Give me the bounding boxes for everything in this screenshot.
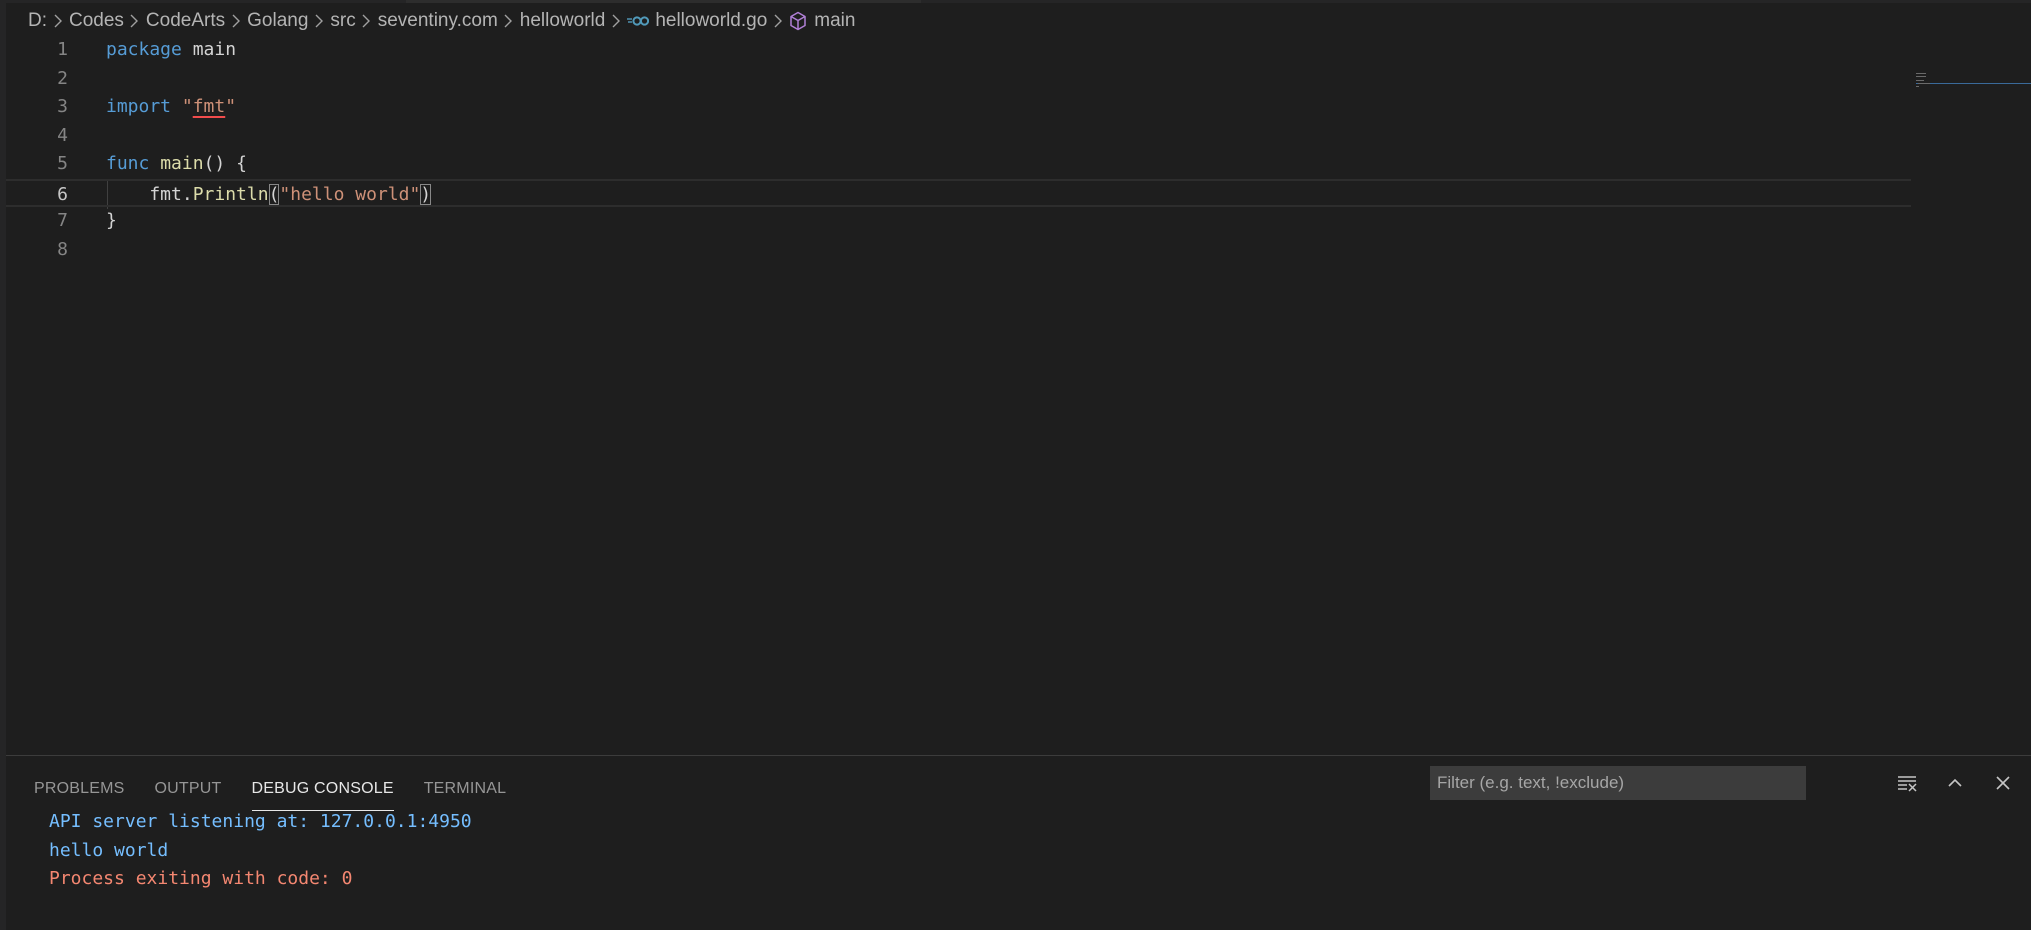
clear-console-icon[interactable]	[1894, 770, 1920, 796]
code-editor[interactable]: 1 package main 2 3 import "fmt" 4 5 func main()…	[6, 37, 2031, 754]
breadcrumb-item-helloworld[interactable]: helloworld	[520, 10, 606, 32]
minimap-line	[1918, 83, 1930, 84]
code-line[interactable]: 3 import "fmt"	[6, 93, 1911, 122]
code-line[interactable]: 5 func main() {	[6, 150, 1911, 179]
code-line[interactable]: 1 package main	[6, 36, 1911, 65]
breadcrumb-item-src[interactable]: src	[330, 10, 355, 32]
code-token: () {	[203, 153, 247, 174]
function-token: main	[160, 153, 204, 174]
symbol-method-icon	[789, 11, 807, 31]
error-squiggle-token: fmt	[192, 96, 226, 117]
tab-output[interactable]: OUTPUT	[155, 774, 222, 804]
line-number: 5	[57, 153, 68, 174]
maximize-panel-icon[interactable]	[1942, 770, 1968, 796]
code-line[interactable]: 6 fmt.Println("hello world")	[6, 178, 1911, 210]
matched-bracket: (	[268, 183, 280, 205]
line-number: 6	[57, 183, 68, 205]
keyword-token: import	[106, 96, 172, 117]
line-number: 4	[57, 124, 68, 146]
keyword-token: package	[106, 39, 182, 60]
minimap-line	[1916, 73, 1926, 74]
tab-terminal[interactable]: TERMINAL	[424, 774, 507, 804]
breadcrumb-item-codearts[interactable]: CodeArts	[146, 10, 225, 32]
code-text: package main	[106, 36, 236, 65]
console-line: API server listening at: 127.0.0.1:4950	[49, 811, 472, 832]
panel-tab-bar: PROBLEMS OUTPUT DEBUG CONSOLE TERMINAL	[34, 774, 507, 811]
code-line[interactable]: 2	[6, 65, 1911, 94]
chevron-right-icon	[47, 11, 69, 31]
code-token: main	[181, 39, 237, 60]
code-line[interactable]: 4	[6, 122, 1911, 151]
code-text: fmt.Println("hello world")	[106, 181, 432, 210]
minimap-line	[1916, 80, 1924, 81]
chevron-right-icon	[498, 11, 520, 31]
vscode-window: D: Codes CodeArts Golang src seventiny.c…	[0, 0, 2031, 930]
breadcrumb-item-seventiny[interactable]: seventiny.com	[378, 10, 498, 32]
string-token: "	[181, 96, 193, 117]
chevron-right-icon	[225, 11, 247, 31]
line-number: 8	[57, 238, 68, 260]
line-number: 7	[57, 210, 68, 231]
go-file-icon	[627, 15, 650, 27]
debug-console-output[interactable]: API server listening at: 127.0.0.1:4950 h…	[49, 808, 472, 894]
breadcrumb-item-drive[interactable]: D:	[28, 10, 47, 32]
code-line[interactable]: 7}	[6, 207, 1911, 236]
bottom-panel: PROBLEMS OUTPUT DEBUG CONSOLE TERMINAL API …	[6, 755, 2031, 930]
line-number: 1	[57, 39, 68, 60]
tab-strip	[6, 0, 2031, 3]
console-line: hello world	[49, 839, 169, 861]
code-line[interactable]: 8	[6, 236, 1911, 265]
chevron-right-icon	[308, 11, 330, 31]
chevron-right-icon	[605, 11, 627, 31]
code-text: import "fmt"	[106, 93, 236, 122]
keyword-token: func	[106, 153, 150, 174]
console-line: Process exiting with code: 0	[49, 868, 353, 889]
tab-debug-console[interactable]: DEBUG CONSOLE	[251, 774, 394, 811]
code-token: fmt.	[106, 183, 193, 205]
minimap-line	[1916, 76, 1926, 77]
breadcrumb-item-file[interactable]: helloworld.go	[655, 10, 767, 32]
chevron-right-icon	[767, 11, 789, 31]
string-token: "hello world"	[279, 183, 421, 205]
active-tab-indicator	[406, 0, 921, 3]
string-token: "	[225, 96, 237, 117]
line-number: 3	[57, 96, 68, 117]
minimap-line	[1916, 86, 1919, 87]
chevron-right-icon	[124, 11, 146, 31]
code-text: }	[106, 207, 117, 236]
code-text: func main() {	[106, 150, 247, 179]
minimap-cursor-line	[1916, 83, 2031, 84]
matched-bracket: )	[420, 183, 432, 205]
console-filter-input[interactable]	[1430, 766, 1806, 800]
minimap[interactable]	[1916, 72, 2031, 92]
line-number: 2	[57, 67, 68, 89]
breadcrumb: D: Codes CodeArts Golang src seventiny.c…	[28, 6, 855, 36]
breadcrumb-item-golang[interactable]: Golang	[247, 10, 308, 32]
tab-problems[interactable]: PROBLEMS	[34, 774, 125, 804]
breadcrumb-item-codes[interactable]: Codes	[69, 10, 124, 32]
breadcrumb-item-symbol[interactable]: main	[814, 10, 855, 32]
close-panel-icon[interactable]	[1990, 770, 2016, 796]
chevron-right-icon	[356, 11, 378, 31]
function-token: Println	[192, 183, 269, 205]
code-token: }	[106, 210, 117, 231]
